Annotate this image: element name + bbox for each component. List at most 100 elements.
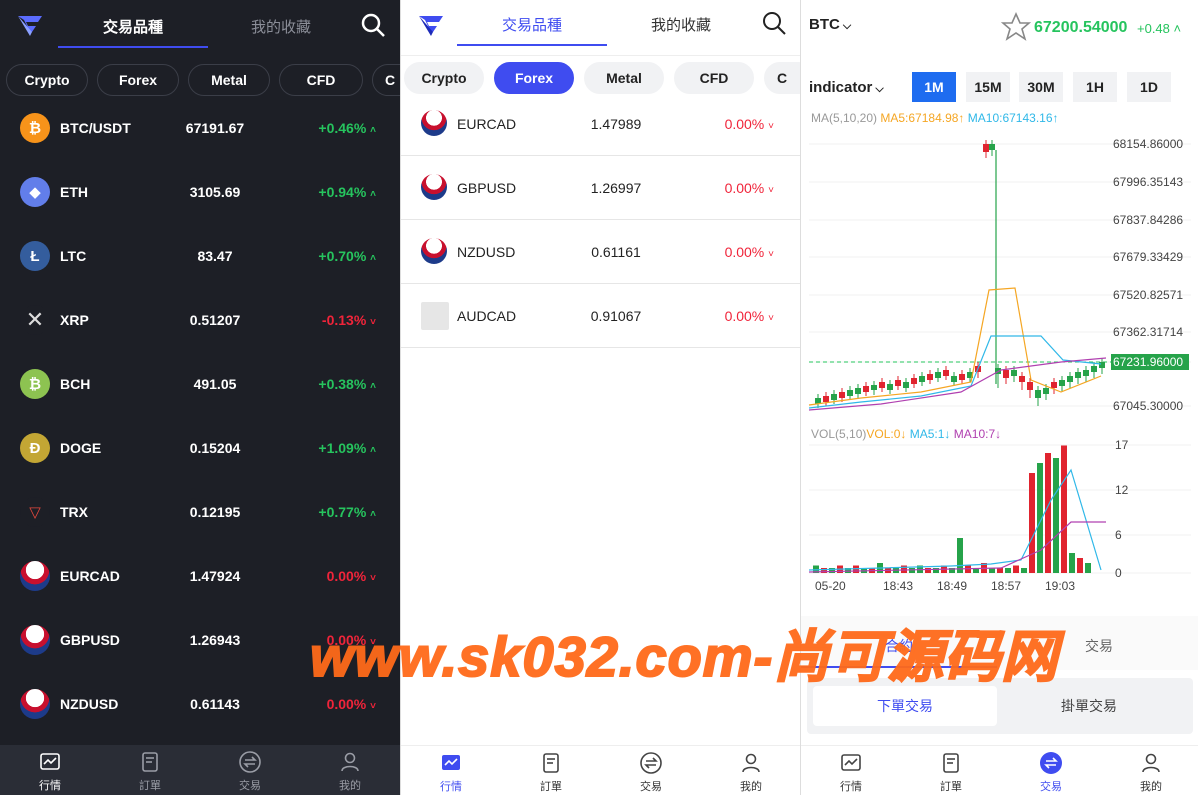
nav-orders[interactable]: 訂單 (901, 751, 1001, 794)
market-row[interactable]: EURCAD 1.47989 0.00% ˅ (401, 92, 800, 156)
nav-label: 交易 (640, 781, 662, 793)
star-favorite-icon[interactable] (1001, 12, 1031, 42)
timeframe-15m[interactable]: 15M (966, 72, 1010, 102)
nav-label: 訂單 (940, 781, 962, 793)
category-chips: Crypto Forex Metal CFD C (401, 62, 800, 96)
xrp-icon: ✕ (20, 305, 50, 335)
symbol-label: BTC (809, 16, 840, 33)
price-value: 1.26943 (189, 632, 241, 648)
chip-forex[interactable]: Forex (494, 62, 574, 94)
candle-body (1043, 388, 1049, 394)
chip-more[interactable]: C (372, 64, 400, 96)
nav-trade[interactable]: 交易 (601, 751, 701, 794)
nav-trade[interactable]: 交易 (1001, 751, 1101, 794)
symbol-label: GBPUSD (60, 632, 120, 648)
nav-profile[interactable]: 我的 (701, 751, 800, 794)
candle-body (1003, 370, 1009, 378)
change-percent: -0.13% (321, 312, 367, 328)
market-row[interactable]: NZDUSD 0.61161 0.00% ˅ (401, 220, 800, 284)
nav-label: 交易 (1040, 781, 1062, 793)
nav-label: 我的 (1140, 781, 1162, 793)
change-value: 0.00% ˅ (725, 244, 774, 260)
bitcoin-icon: ₿ (20, 113, 50, 143)
price-value: 0.61143 (190, 696, 240, 712)
timeframe-30m[interactable]: 30M (1019, 72, 1063, 102)
timeframe-1m[interactable]: 1M (912, 72, 956, 102)
vol-tick-label: 6 (1115, 528, 1122, 542)
symbol-label: AUDCAD (457, 308, 517, 324)
tab-trading-products[interactable]: 交易品種 (58, 16, 208, 37)
nav-trade[interactable]: 交易 (200, 750, 300, 793)
tron-icon: ▽ (20, 497, 50, 527)
market-row[interactable]: ▽ TRX 0.12195 +0.77% ˄ (0, 480, 400, 544)
timeframe-1d[interactable]: 1D (1127, 72, 1171, 102)
nav-market[interactable]: 行情 (401, 751, 501, 794)
change-value: 0.00% ˅ (327, 568, 376, 584)
market-row[interactable]: Ð DOGE 0.15204 +1.09% ˄ (0, 416, 400, 480)
change-percent: 0.00% (724, 116, 765, 132)
volume-bar (909, 568, 915, 573)
nav-market[interactable]: 行情 (0, 750, 100, 793)
price-value: 0.51207 (189, 312, 241, 328)
price-value: 1.26997 (590, 180, 642, 196)
y-tick-label: 68154.86000 (1113, 137, 1183, 151)
market-row[interactable]: ✕ XRP 0.51207 -0.13% ˅ (0, 288, 400, 352)
candle-body (959, 374, 965, 380)
candle-body (847, 390, 853, 396)
market-row[interactable]: ₿ BCH 491.05 +0.38% ˄ (0, 352, 400, 416)
tab-favorites[interactable]: 我的收藏 (606, 14, 756, 35)
volume-bar (925, 568, 931, 573)
symbol-label: EURCAD (60, 568, 120, 584)
chip-forex[interactable]: Forex (97, 64, 179, 96)
symbol-label: TRX (60, 504, 88, 520)
nav-label: 行情 (840, 781, 862, 793)
price-value: 0.91067 (590, 308, 642, 324)
nav-profile[interactable]: 我的 (1101, 751, 1198, 794)
market-row[interactable]: Ł LTC 83.47 +0.70% ˄ (0, 224, 400, 288)
last-price: 67200.54000 (1034, 19, 1128, 36)
market-row[interactable]: ₿ BTC/USDT 67191.67 +0.46% ˄ (0, 96, 400, 160)
chip-crypto[interactable]: Crypto (6, 64, 88, 96)
chip-more[interactable]: C (764, 62, 800, 94)
chip-cfd[interactable]: CFD (279, 64, 363, 96)
search-icon[interactable] (761, 10, 787, 36)
candle-body (903, 382, 909, 388)
x-tick-label: 18:57 (991, 579, 1021, 593)
nav-orders[interactable]: 訂單 (501, 751, 601, 794)
chip-crypto[interactable]: Crypto (404, 62, 484, 94)
candle-body (983, 144, 989, 152)
chart-icon (841, 754, 861, 771)
vol-tick-label: 0 (1115, 566, 1122, 580)
change-value: +0.38% ˄ (318, 376, 376, 392)
candle-body (951, 376, 957, 382)
y-tick-label: 67837.84286 (1113, 213, 1183, 227)
ethereum-icon: ◆ (20, 177, 50, 207)
timeframe-1h[interactable]: 1H (1073, 72, 1117, 102)
market-row[interactable]: AUDCAD 0.91067 0.00% ˅ (401, 284, 800, 348)
nav-market[interactable]: 行情 (801, 751, 901, 794)
market-row[interactable]: GBPUSD 1.26997 0.00% ˅ (401, 156, 800, 220)
chip-metal[interactable]: Metal (584, 62, 664, 94)
change-value: 0.00% ˅ (725, 180, 774, 196)
candle-body (1019, 376, 1025, 382)
caret-down-icon: ˅ (370, 317, 376, 328)
symbol-selector[interactable]: BTC ⌵ (809, 16, 851, 33)
market-row[interactable]: EURCAD 1.47924 0.00% ˅ (0, 544, 400, 608)
nav-profile[interactable]: 我的 (300, 750, 400, 793)
search-icon[interactable] (360, 12, 386, 38)
candlestick-chart[interactable]: 68154.86000 67996.35143 67837.84286 67679.3… (801, 130, 1198, 600)
chip-cfd[interactable]: CFD (674, 62, 754, 94)
symbol-label: EURCAD (457, 116, 517, 132)
price-value: 491.05 (193, 376, 237, 392)
nav-orders[interactable]: 訂單 (100, 750, 200, 793)
market-row[interactable]: ◆ ETH 3105.69 +0.94% ˄ (0, 160, 400, 224)
indicator-selector[interactable]: indicator ⌵ (809, 79, 884, 96)
tab-favorites[interactable]: 我的收藏 (206, 16, 356, 37)
tab-trade[interactable]: 交易 (1085, 636, 1113, 656)
nav-label: 交易 (239, 780, 261, 792)
flag-canada-icon (421, 110, 447, 136)
chip-metal[interactable]: Metal (188, 64, 270, 96)
change-percent: +0.38% (318, 376, 367, 392)
vol-tick-label: 17 (1115, 438, 1129, 452)
tab-trading-products[interactable]: 交易品種 (457, 14, 607, 35)
